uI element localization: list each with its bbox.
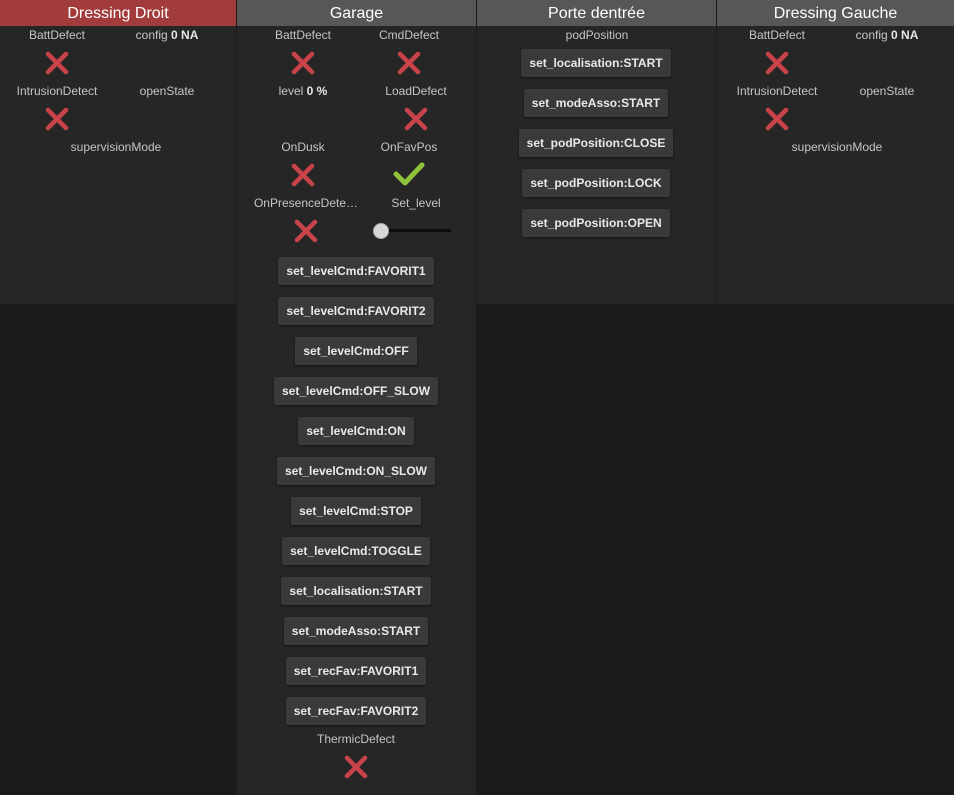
pod-position-label: podPosition [565, 28, 629, 42]
intrusion-detect-label: IntrusionDetect [16, 84, 98, 98]
command-button[interactable]: set_modeAsso:START [523, 89, 669, 117]
set-level-slider[interactable] [380, 229, 451, 232]
command-button[interactable]: set_levelCmd:TOGGLE [282, 537, 430, 565]
cross-icon [294, 219, 318, 243]
command-button[interactable]: set_podPosition:OPEN [522, 209, 670, 237]
command-button[interactable]: set_recFav:FAVORIT2 [285, 697, 427, 725]
load-defect-label: LoadDefect [385, 84, 447, 98]
config-label: config [855, 28, 888, 42]
batt-defect-label: BattDefect [274, 28, 332, 42]
command-button[interactable]: set_modeAsso:START [283, 617, 429, 645]
panel-title[interactable]: Dressing Droit [0, 0, 236, 26]
on-dusk-label: OnDusk [281, 140, 325, 154]
level-label: level [278, 84, 304, 98]
panel-title[interactable]: Dressing Gauche [717, 0, 954, 26]
panel-porte-dentree: Porte dentrée podPosition set_localisati… [477, 0, 716, 304]
set-level-label: Set_level [391, 196, 441, 210]
cross-icon [291, 51, 315, 75]
command-button[interactable]: set_levelCmd:ON_SLOW [276, 457, 436, 485]
command-button[interactable]: set_podPosition:CLOSE [518, 129, 674, 157]
set-level-slider-thumb[interactable] [373, 223, 389, 239]
level-readout: level 0 % [243, 84, 363, 98]
cross-icon [397, 51, 421, 75]
open-state-label: openState [139, 84, 195, 98]
panel-title[interactable]: Porte dentrée [477, 0, 716, 26]
cross-icon [404, 107, 428, 131]
config-readout: config 0 NA [107, 28, 227, 42]
cross-icon [765, 107, 789, 131]
open-state-label: openState [859, 84, 915, 98]
command-button[interactable]: set_levelCmd:FAVORIT1 [278, 257, 434, 285]
cross-icon [291, 163, 315, 187]
supervision-mode-label: supervisionMode [70, 140, 162, 154]
thermic-defect-label: ThermicDefect [316, 732, 396, 746]
panel-dressing-droit: Dressing Droit BattDefect config 0 NA In… [0, 0, 236, 304]
command-button[interactable]: set_levelCmd:FAVORIT2 [278, 297, 434, 325]
intrusion-detect-label: IntrusionDetect [736, 84, 818, 98]
command-button[interactable]: set_localisation:START [281, 577, 431, 605]
cross-icon [344, 755, 368, 779]
supervision-mode-label: supervisionMode [791, 140, 883, 154]
on-presence-label: OnPresenceDete… [253, 196, 359, 210]
check-icon [393, 162, 425, 186]
command-button[interactable]: set_localisation:START [521, 49, 671, 77]
config-label: config [135, 28, 168, 42]
batt-defect-label: BattDefect [28, 28, 86, 42]
command-button[interactable]: set_recFav:FAVORIT1 [285, 657, 427, 685]
cross-icon [765, 51, 789, 75]
cmd-defect-label: CmdDefect [378, 28, 440, 42]
config-value: 0 NA [171, 28, 199, 42]
level-value: 0 % [306, 84, 328, 98]
command-button[interactable]: set_levelCmd:OFF [295, 337, 417, 365]
config-value: 0 NA [891, 28, 919, 42]
command-button[interactable]: set_levelCmd:STOP [291, 497, 421, 525]
command-button[interactable]: set_levelCmd:ON [298, 417, 414, 445]
config-readout: config 0 NA [827, 28, 947, 42]
panel-title[interactable]: Garage [237, 0, 476, 26]
panel-dressing-gauche: Dressing Gauche BattDefect config 0 NA I… [717, 0, 954, 304]
command-button[interactable]: set_podPosition:LOCK [522, 169, 670, 197]
cross-icon [45, 51, 69, 75]
panel-garage: Garage BattDefect CmdDefect level 0 % Lo… [237, 0, 476, 795]
cross-icon [45, 107, 69, 131]
batt-defect-label: BattDefect [748, 28, 806, 42]
command-button[interactable]: set_levelCmd:OFF_SLOW [273, 377, 439, 405]
on-fav-pos-label: OnFavPos [380, 140, 438, 154]
